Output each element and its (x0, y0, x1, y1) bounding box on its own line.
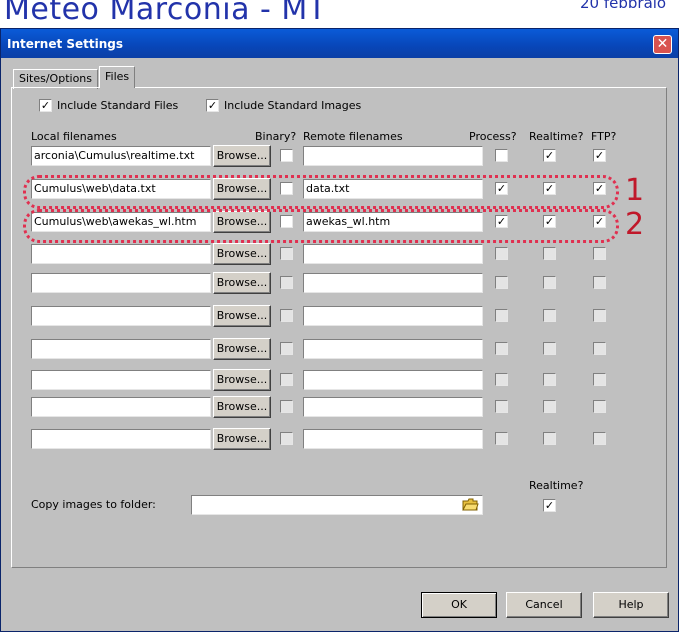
browse-button-8[interactable]: Browse... (213, 369, 271, 391)
browse-button-4[interactable]: Browse... (213, 243, 271, 265)
local-filename-input-1[interactable]: arconia\Cumulus\realtime.txt (31, 146, 211, 166)
background-page-title: Meteo Marconia - MT (4, 0, 327, 27)
annotation-number-1: 1 (625, 173, 645, 208)
browse-button-9[interactable]: Browse... (213, 396, 271, 418)
binary-checkbox-8[interactable] (280, 373, 293, 386)
local-filename-input-9[interactable] (31, 397, 211, 417)
annotation-highlight-2 (23, 209, 619, 243)
process-checkbox-1[interactable] (495, 149, 508, 162)
browse-button-6[interactable]: Browse... (213, 305, 271, 327)
process-checkbox-5[interactable] (495, 276, 508, 289)
annotation-highlight-1 (23, 175, 619, 209)
remote-filename-input-1[interactable] (303, 146, 483, 166)
help-button[interactable]: Help (593, 592, 669, 618)
process-checkbox-4[interactable] (495, 247, 508, 260)
binary-checkbox-1[interactable] (280, 149, 293, 162)
include-standard-images-label: Include Standard Images (224, 99, 362, 112)
realtime-checkbox-5[interactable] (543, 276, 556, 289)
header-process: Process? (469, 130, 517, 143)
remote-filename-input-8[interactable] (303, 370, 483, 390)
ftp-checkbox-6[interactable] (593, 309, 606, 322)
realtime-checkbox-1[interactable]: ✓ (543, 149, 556, 162)
browse-button-5[interactable]: Browse... (213, 272, 271, 294)
cancel-button[interactable]: Cancel (506, 592, 582, 618)
process-checkbox-10[interactable] (495, 432, 508, 445)
remote-filename-input-5[interactable] (303, 273, 483, 293)
process-checkbox-8[interactable] (495, 373, 508, 386)
local-filename-input-8[interactable] (31, 370, 211, 390)
local-filename-input-7[interactable] (31, 339, 211, 359)
realtime-checkbox-6[interactable] (543, 309, 556, 322)
ftp-checkbox-10[interactable] (593, 432, 606, 445)
ftp-checkbox-5[interactable] (593, 276, 606, 289)
internet-settings-dialog: Internet Settings ✕ Sites/Options Files … (0, 28, 679, 632)
copy-images-folder-input[interactable] (191, 495, 483, 515)
ftp-checkbox-1[interactable]: ✓ (593, 149, 606, 162)
realtime-checkbox-8[interactable] (543, 373, 556, 386)
local-filename-input-4[interactable] (31, 244, 211, 264)
binary-checkbox-9[interactable] (280, 400, 293, 413)
local-filename-input-10[interactable] (31, 429, 211, 449)
binary-checkbox-6[interactable] (280, 309, 293, 322)
process-checkbox-9[interactable] (495, 400, 508, 413)
dialog-title: Internet Settings (7, 37, 124, 51)
realtime-checkbox-10[interactable] (543, 432, 556, 445)
binary-checkbox-4[interactable] (280, 247, 293, 260)
ok-button[interactable]: OK (421, 592, 497, 618)
copy-images-label: Copy images to folder: (31, 498, 156, 511)
realtime-checkbox-7[interactable] (543, 342, 556, 355)
process-checkbox-7[interactable] (495, 342, 508, 355)
copy-images-realtime-label: Realtime? (529, 479, 584, 492)
realtime-checkbox-4[interactable] (543, 247, 556, 260)
include-standard-images-checkbox[interactable]: ✓ (206, 99, 219, 112)
header-realtime: Realtime? (529, 130, 584, 143)
local-filename-input-6[interactable] (31, 306, 211, 326)
close-icon[interactable]: ✕ (653, 35, 672, 54)
remote-filename-input-7[interactable] (303, 339, 483, 359)
ftp-checkbox-9[interactable] (593, 400, 606, 413)
browse-button-7[interactable]: Browse... (213, 338, 271, 360)
binary-checkbox-7[interactable] (280, 342, 293, 355)
annotation-number-2: 2 (625, 207, 645, 242)
tab-files[interactable]: Files (99, 66, 136, 88)
remote-filename-input-10[interactable] (303, 429, 483, 449)
realtime-checkbox-9[interactable] (543, 400, 556, 413)
binary-checkbox-5[interactable] (280, 276, 293, 289)
include-standard-files-checkbox[interactable]: ✓ (39, 99, 52, 112)
remote-filename-input-6[interactable] (303, 306, 483, 326)
ftp-checkbox-7[interactable] (593, 342, 606, 355)
header-local-filenames: Local filenames (31, 130, 117, 143)
tab-sites-options[interactable]: Sites/Options (13, 69, 98, 89)
remote-filename-input-9[interactable] (303, 397, 483, 417)
remote-filename-input-4[interactable] (303, 244, 483, 264)
ftp-checkbox-4[interactable] (593, 247, 606, 260)
dialog-titlebar[interactable]: Internet Settings ✕ (1, 29, 678, 58)
local-filename-input-5[interactable] (31, 273, 211, 293)
folder-open-icon[interactable] (462, 498, 479, 512)
ftp-checkbox-8[interactable] (593, 373, 606, 386)
header-remote-filenames: Remote filenames (303, 130, 403, 143)
header-binary: Binary? (255, 130, 297, 143)
binary-checkbox-10[interactable] (280, 432, 293, 445)
process-checkbox-6[interactable] (495, 309, 508, 322)
copy-images-realtime-checkbox[interactable]: ✓ (543, 499, 556, 512)
include-standard-files-label: Include Standard Files (57, 99, 179, 112)
header-ftp: FTP? (591, 130, 617, 143)
browse-button-10[interactable]: Browse... (213, 428, 271, 450)
browse-button-1[interactable]: Browse... (213, 145, 271, 167)
background-date: 20 febbraio (580, 0, 667, 12)
